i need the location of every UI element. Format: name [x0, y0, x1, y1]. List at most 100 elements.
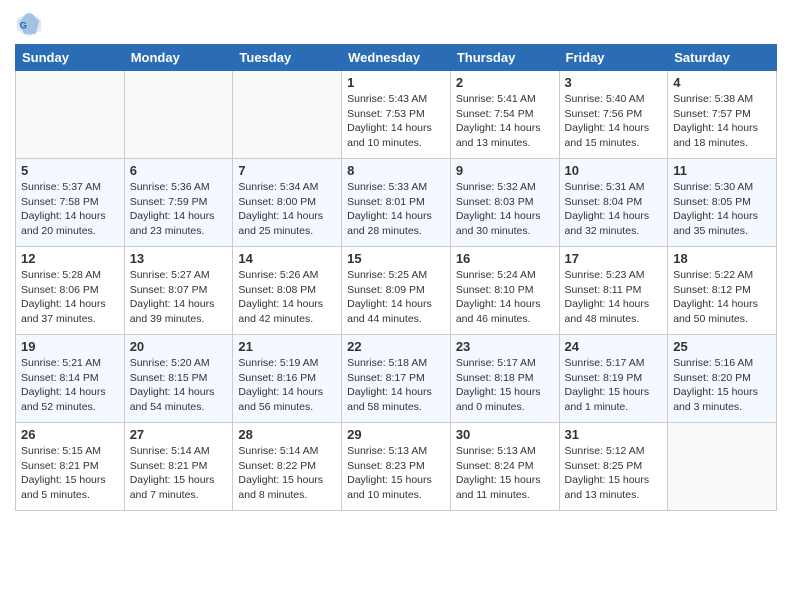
calendar-cell: 29 Sunrise: 5:13 AM Sunset: 8:23 PM Dayli…	[342, 423, 451, 511]
calendar-cell: 14 Sunrise: 5:26 AM Sunset: 8:08 PM Dayli…	[233, 247, 342, 335]
day-info: Sunrise: 5:14 AM Sunset: 8:21 PM Dayligh…	[130, 444, 228, 503]
calendar-cell: 28Sunrise: 5:14 AM Sunset: 8:22 PM Dayli…	[233, 423, 342, 511]
calendar-cell: 4Sunrise: 5:38 AM Sunset: 7:57 PM Daylig…	[668, 71, 777, 159]
day-info: Sunrise: 5:15 AM Sunset: 8:21 PM Dayligh…	[21, 444, 119, 503]
calendar-cell: 18 Sunrise: 5:22 AM Sunset: 8:12 PM Dayli…	[668, 247, 777, 335]
calendar-cell: 9 Sunrise: 5:32 AM Sunset: 8:03 PM Daylig…	[450, 159, 559, 247]
calendar-cell: 13 Sunrise: 5:27 AM Sunset: 8:07 PM Dayli…	[124, 247, 233, 335]
day-info: Sunrise: 5:12 AM Sunset: 8:25 PM Dayligh…	[565, 444, 663, 503]
day-number: 11	[673, 163, 771, 178]
calendar-cell: 20 Sunrise: 5:20 AM Sunset: 8:15 PM Dayli…	[124, 335, 233, 423]
day-number: 26	[21, 427, 119, 442]
day-number: 29	[347, 427, 445, 442]
day-info: Sunrise: 5:13 AM Sunset: 8:23 PM Dayligh…	[347, 444, 445, 503]
calendar-cell: 24 Sunrise: 5:17 AM Sunset: 8:19 PM Dayli…	[559, 335, 668, 423]
day-info: Sunrise: 5:19 AM Sunset: 8:16 PM Dayligh…	[238, 356, 336, 415]
day-info: Sunrise: 5:17 AM Sunset: 8:18 PM Dayligh…	[456, 356, 554, 415]
day-number: 25	[673, 339, 771, 354]
calendar-cell: 2Sunrise: 5:41 AM Sunset: 7:54 PM Daylig…	[450, 71, 559, 159]
calendar-cell: 23 Sunrise: 5:17 AM Sunset: 8:18 PM Dayli…	[450, 335, 559, 423]
day-number: 3	[565, 75, 663, 90]
weekday-header-thursday: Thursday	[450, 45, 559, 71]
day-number: 18	[673, 251, 771, 266]
day-number: 27	[130, 427, 228, 442]
day-number: 1	[347, 75, 445, 90]
weekday-header-tuesday: Tuesday	[233, 45, 342, 71]
calendar-cell: 1 Sunrise: 5:43 AM Sunset: 7:53 PM Daylig…	[342, 71, 451, 159]
day-number: 20	[130, 339, 228, 354]
logo-icon: G	[15, 10, 43, 38]
day-number: 13	[130, 251, 228, 266]
day-info: Sunrise: 5:27 AM Sunset: 8:07 PM Dayligh…	[130, 268, 228, 327]
day-info: Sunrise: 5:14 AM Sunset: 8:22 PM Dayligh…	[238, 444, 336, 503]
calendar-cell: 31 Sunrise: 5:12 AM Sunset: 8:25 PM Dayli…	[559, 423, 668, 511]
weekday-header-monday: Monday	[124, 45, 233, 71]
day-info: Sunrise: 5:18 AM Sunset: 8:17 PM Dayligh…	[347, 356, 445, 415]
weekday-header-saturday: Saturday	[668, 45, 777, 71]
day-number: 12	[21, 251, 119, 266]
calendar-cell	[668, 423, 777, 511]
day-number: 17	[565, 251, 663, 266]
calendar-cell: 19 Sunrise: 5:21 AM Sunset: 8:14 PM Dayli…	[16, 335, 125, 423]
day-info: Sunrise: 5:31 AM Sunset: 8:04 PM Dayligh…	[565, 180, 663, 239]
day-info: Sunrise: 5:25 AM Sunset: 8:09 PM Dayligh…	[347, 268, 445, 327]
calendar-cell: 7 Sunrise: 5:34 AM Sunset: 8:00 PM Daylig…	[233, 159, 342, 247]
calendar-cell: 15 Sunrise: 5:25 AM Sunset: 8:09 PM Dayli…	[342, 247, 451, 335]
calendar-cell: 16 Sunrise: 5:24 AM Sunset: 8:10 PM Dayli…	[450, 247, 559, 335]
day-number: 22	[347, 339, 445, 354]
day-number: 8	[347, 163, 445, 178]
weekday-header-friday: Friday	[559, 45, 668, 71]
day-number: 9	[456, 163, 554, 178]
day-number: 10	[565, 163, 663, 178]
calendar-cell: 8 Sunrise: 5:33 AM Sunset: 8:01 PM Daylig…	[342, 159, 451, 247]
day-number: 24	[565, 339, 663, 354]
weekday-header-wednesday: Wednesday	[342, 45, 451, 71]
calendar-week-row: 19 Sunrise: 5:21 AM Sunset: 8:14 PM Dayli…	[16, 335, 777, 423]
calendar-cell: 17Sunrise: 5:23 AM Sunset: 8:11 PM Dayli…	[559, 247, 668, 335]
calendar-table: SundayMondayTuesdayWednesdayThursdayFrid…	[15, 44, 777, 511]
day-info: Sunrise: 5:43 AM Sunset: 7:53 PM Dayligh…	[347, 92, 445, 151]
day-number: 30	[456, 427, 554, 442]
day-info: Sunrise: 5:26 AM Sunset: 8:08 PM Dayligh…	[238, 268, 336, 327]
calendar-cell	[16, 71, 125, 159]
day-info: Sunrise: 5:30 AM Sunset: 8:05 PM Dayligh…	[673, 180, 771, 239]
day-info: Sunrise: 5:32 AM Sunset: 8:03 PM Dayligh…	[456, 180, 554, 239]
calendar-cell: 5 Sunrise: 5:37 AM Sunset: 7:58 PM Daylig…	[16, 159, 125, 247]
day-info: Sunrise: 5:37 AM Sunset: 7:58 PM Dayligh…	[21, 180, 119, 239]
calendar-cell	[233, 71, 342, 159]
day-number: 31	[565, 427, 663, 442]
day-info: Sunrise: 5:33 AM Sunset: 8:01 PM Dayligh…	[347, 180, 445, 239]
day-number: 2	[456, 75, 554, 90]
day-info: Sunrise: 5:21 AM Sunset: 8:14 PM Dayligh…	[21, 356, 119, 415]
day-number: 16	[456, 251, 554, 266]
page-header: G	[15, 10, 777, 38]
day-info: Sunrise: 5:40 AM Sunset: 7:56 PM Dayligh…	[565, 92, 663, 151]
weekday-header-row: SundayMondayTuesdayWednesdayThursdayFrid…	[16, 45, 777, 71]
day-info: Sunrise: 5:16 AM Sunset: 8:20 PM Dayligh…	[673, 356, 771, 415]
calendar-cell: 27 Sunrise: 5:14 AM Sunset: 8:21 PM Dayli…	[124, 423, 233, 511]
calendar-week-row: 5 Sunrise: 5:37 AM Sunset: 7:58 PM Daylig…	[16, 159, 777, 247]
calendar-cell: 25 Sunrise: 5:16 AM Sunset: 8:20 PM Dayli…	[668, 335, 777, 423]
calendar-cell	[124, 71, 233, 159]
calendar-week-row: 1 Sunrise: 5:43 AM Sunset: 7:53 PM Daylig…	[16, 71, 777, 159]
day-info: Sunrise: 5:24 AM Sunset: 8:10 PM Dayligh…	[456, 268, 554, 327]
day-info: Sunrise: 5:22 AM Sunset: 8:12 PM Dayligh…	[673, 268, 771, 327]
calendar-cell: 26 Sunrise: 5:15 AM Sunset: 8:21 PM Dayli…	[16, 423, 125, 511]
day-number: 5	[21, 163, 119, 178]
calendar-cell: 10 Sunrise: 5:31 AM Sunset: 8:04 PM Dayli…	[559, 159, 668, 247]
day-info: Sunrise: 5:34 AM Sunset: 8:00 PM Dayligh…	[238, 180, 336, 239]
calendar-cell: 21Sunrise: 5:19 AM Sunset: 8:16 PM Dayli…	[233, 335, 342, 423]
day-number: 15	[347, 251, 445, 266]
day-number: 14	[238, 251, 336, 266]
calendar-cell: 3 Sunrise: 5:40 AM Sunset: 7:56 PM Daylig…	[559, 71, 668, 159]
calendar-week-row: 12Sunrise: 5:28 AM Sunset: 8:06 PM Dayli…	[16, 247, 777, 335]
day-number: 19	[21, 339, 119, 354]
calendar-cell: 22 Sunrise: 5:18 AM Sunset: 8:17 PM Dayli…	[342, 335, 451, 423]
day-number: 7	[238, 163, 336, 178]
day-number: 23	[456, 339, 554, 354]
day-info: Sunrise: 5:20 AM Sunset: 8:15 PM Dayligh…	[130, 356, 228, 415]
calendar-cell: 12Sunrise: 5:28 AM Sunset: 8:06 PM Dayli…	[16, 247, 125, 335]
day-info: Sunrise: 5:17 AM Sunset: 8:19 PM Dayligh…	[565, 356, 663, 415]
calendar-cell: 11 Sunrise: 5:30 AM Sunset: 8:05 PM Dayli…	[668, 159, 777, 247]
calendar-cell: 30Sunrise: 5:13 AM Sunset: 8:24 PM Dayli…	[450, 423, 559, 511]
